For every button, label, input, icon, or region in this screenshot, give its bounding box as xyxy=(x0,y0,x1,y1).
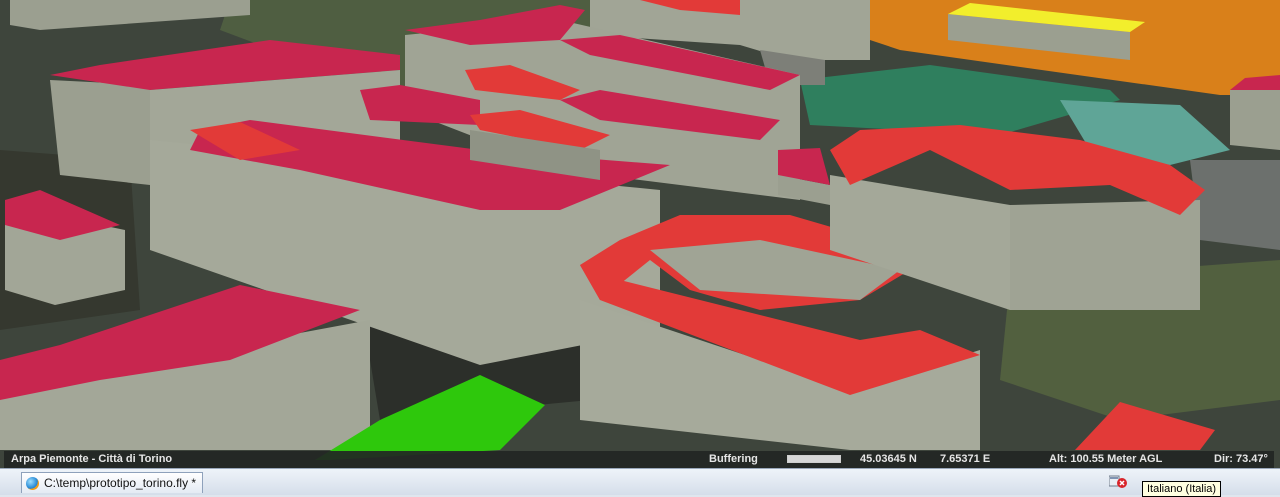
building-wall xyxy=(1230,80,1280,150)
longitude-readout: 7.65371 E xyxy=(940,453,991,465)
building-wall xyxy=(50,80,150,185)
globe-icon xyxy=(26,476,39,490)
status-bar: Arpa Piemonte - Città di Torino Bufferin… xyxy=(4,451,1274,468)
direction-readout: Dir: 73.47° xyxy=(1214,453,1268,465)
buffering-label: Buffering xyxy=(709,453,758,465)
credits-label: Arpa Piemonte - Città di Torino xyxy=(11,453,173,465)
map-3d-viewport[interactable]: Arpa Piemonte - Città di Torino Bufferin… xyxy=(0,0,1280,468)
buffering-progress-fill xyxy=(788,456,840,462)
document-title: C:\temp\prototipo_torino.fly * xyxy=(44,476,197,490)
error-icon[interactable] xyxy=(1109,475,1128,489)
buffering-progress-bar xyxy=(787,455,841,463)
latitude-readout: 45.03645 N xyxy=(860,453,917,465)
altitude-readout: Alt: 100.55 Meter AGL xyxy=(1049,453,1163,465)
document-tab-bar: C:\temp\prototipo_torino.fly * xyxy=(0,468,1280,495)
building-wall xyxy=(1010,200,1200,310)
city-3d-scene xyxy=(0,0,1280,468)
document-tab[interactable]: C:\temp\prototipo_torino.fly * xyxy=(21,472,204,493)
parking-lot xyxy=(1190,160,1280,250)
